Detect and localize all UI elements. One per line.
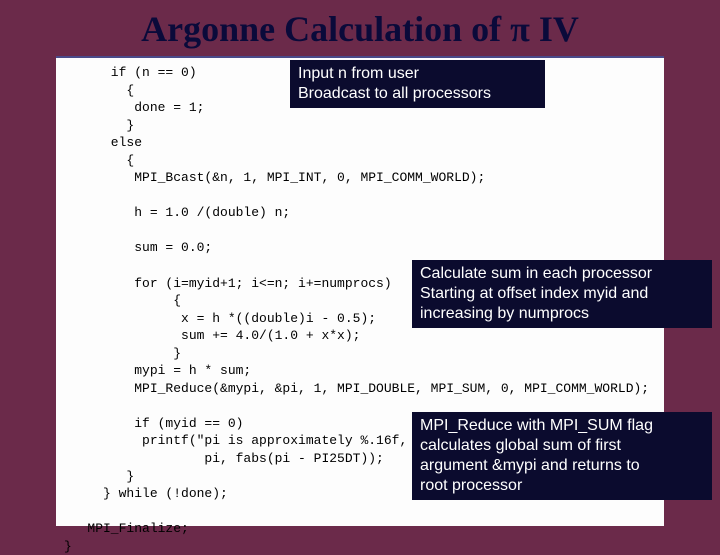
slide-title: Argonne Calculation of π IV <box>0 0 720 56</box>
code-line: mypi = h * sum; <box>64 363 251 378</box>
code-line: pi, fabs(pi - PI25DT)); <box>64 451 384 466</box>
annotation-input-broadcast: Input n from userBroadcast to all proces… <box>290 60 545 108</box>
code-line: } <box>64 346 181 361</box>
code-line: if (myid == 0) <box>64 416 243 431</box>
code-line: { <box>64 153 134 168</box>
code-line: done = 1; <box>64 100 204 115</box>
code-line: { <box>64 293 181 308</box>
code-line: MPI_Reduce(&mypi, &pi, 1, MPI_DOUBLE, MP… <box>64 381 649 396</box>
code-line: } <box>64 469 134 484</box>
code-line: else <box>64 135 142 150</box>
code-line: MPI_Finalize; <box>64 521 189 536</box>
code-line: for (i=myid+1; i<=n; i+=numprocs) <box>64 276 392 291</box>
annotation-calculate-sum: Calculate sum in each processorStarting … <box>412 260 712 328</box>
annotation-mpi-reduce: MPI_Reduce with MPI_SUM flagcalculates g… <box>412 412 712 500</box>
code-line: h = 1.0 /(double) n; <box>64 205 290 220</box>
code-line: x = h *((double)i - 0.5); <box>64 311 376 326</box>
code-line: sum += 4.0/(1.0 + x*x); <box>64 328 360 343</box>
code-line: } <box>64 118 134 133</box>
code-line: MPI_Bcast(&n, 1, MPI_INT, 0, MPI_COMM_WO… <box>64 170 485 185</box>
code-line: { <box>64 83 134 98</box>
code-line: } <box>64 539 72 554</box>
code-line: } while (!done); <box>64 486 228 501</box>
code-line: if (n == 0) <box>64 65 197 80</box>
code-line: sum = 0.0; <box>64 240 212 255</box>
